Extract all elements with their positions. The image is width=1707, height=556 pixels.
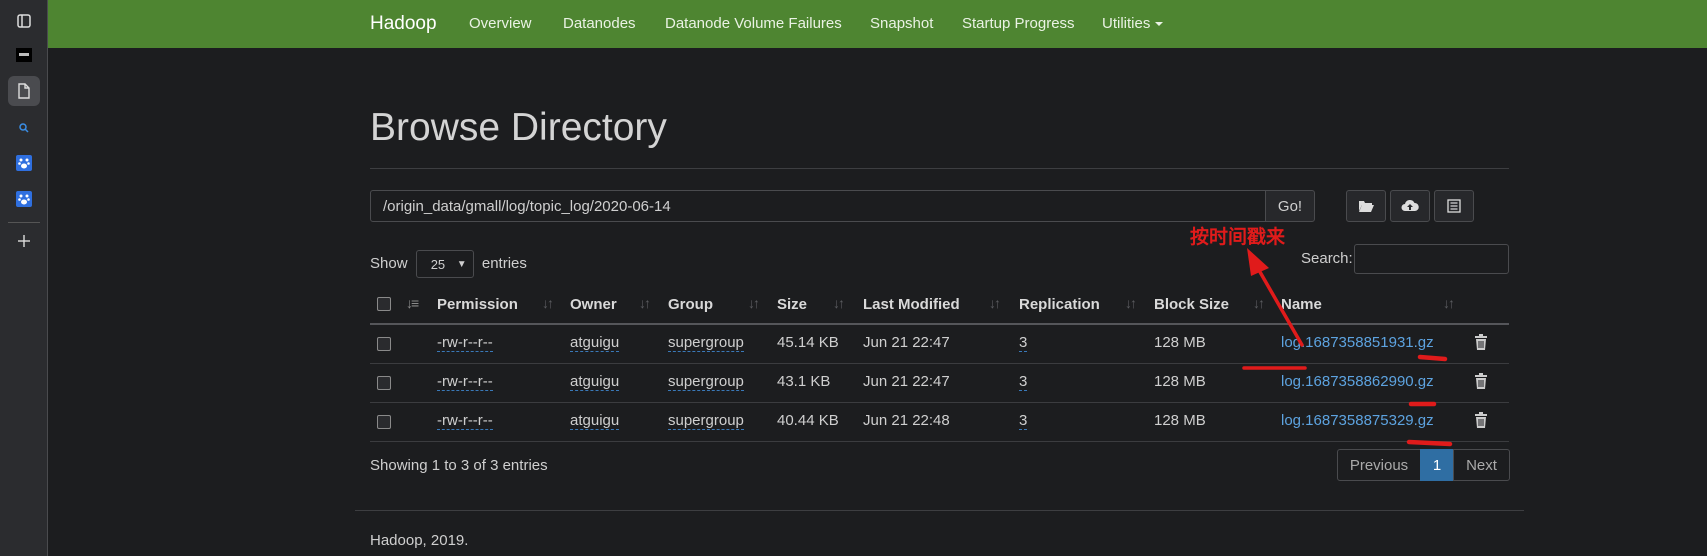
owner-cell[interactable]: atguigu: [570, 373, 620, 391]
sidebar-divider: [8, 222, 40, 223]
modified-cell: Jun 21 22:48: [863, 412, 950, 429]
entries-label: entries: [481, 254, 527, 272]
header-size[interactable]: Size: [777, 296, 807, 313]
file-name-link[interactable]: log.1687358875329.gz: [1281, 412, 1434, 429]
header-name[interactable]: Name: [1281, 296, 1322, 313]
chevron-down-icon: [1155, 22, 1164, 27]
sort-icon[interactable]: ↓↑: [833, 295, 845, 311]
row-checkbox[interactable]: [377, 415, 391, 429]
permission-cell[interactable]: -rw-r--r--: [437, 373, 493, 391]
table-info: Showing 1 to 3 of 3 entries: [370, 457, 548, 474]
annotation-arrow-head: [1247, 248, 1269, 276]
file-name-link[interactable]: log.1687358862990.gz: [1281, 373, 1434, 390]
nav-datanodes[interactable]: Datanodes: [563, 15, 636, 32]
size-cell: 40.44 KB: [777, 412, 839, 429]
sort-icon[interactable]: ↓↑: [542, 295, 554, 311]
header-owner[interactable]: Owner: [570, 296, 617, 313]
search-icon[interactable]: [8, 113, 40, 143]
size-cell: 45.14 KB: [777, 334, 839, 351]
path-input[interactable]: [370, 190, 1266, 222]
title-divider: [370, 168, 1509, 169]
baidu-paw-icon[interactable]: [8, 148, 40, 178]
annotation-mark: [1406, 439, 1453, 447]
replication-cell[interactable]: 3: [1019, 412, 1028, 430]
block-size-cell: 128 MB: [1154, 334, 1206, 351]
block-size-cell: 128 MB: [1154, 373, 1206, 390]
owner-cell[interactable]: atguigu: [570, 412, 620, 430]
nav-snapshot[interactable]: Snapshot: [870, 15, 933, 32]
permission-cell[interactable]: -rw-r--r--: [437, 334, 493, 352]
sort-icon[interactable]: ↓↑: [748, 295, 760, 311]
plus-icon[interactable]: [8, 226, 40, 256]
row-checkbox[interactable]: [377, 337, 391, 351]
nav-utilities[interactable]: Utilities: [1102, 15, 1164, 32]
folder-open-icon[interactable]: [1346, 190, 1386, 222]
annotation-mark: [1417, 354, 1448, 362]
list-alt-icon[interactable]: [1434, 190, 1474, 222]
header-last-modified[interactable]: Last Modified: [863, 296, 960, 313]
row-checkbox[interactable]: [377, 376, 391, 390]
sort-icon[interactable]: ↓↑: [1125, 295, 1137, 311]
nav-startup-progress[interactable]: Startup Progress: [962, 15, 1075, 32]
owner-cell[interactable]: atguigu: [570, 334, 620, 352]
nav-overview[interactable]: Overview: [469, 15, 532, 32]
tab-panel-icon[interactable]: [8, 6, 40, 36]
select-all-checkbox[interactable]: [377, 297, 391, 311]
top-navbar: Hadoop Overview Datanodes Datanode Volum…: [48, 0, 1707, 48]
group-cell[interactable]: supergroup: [668, 334, 744, 352]
replication-cell[interactable]: 3: [1019, 373, 1028, 391]
annotation-text: 按时间戳来: [1190, 226, 1286, 248]
sort-icon[interactable]: ↓≡: [406, 295, 419, 311]
show-label: Show: [370, 254, 408, 272]
sort-icon[interactable]: ↓↑: [1253, 295, 1265, 311]
group-cell[interactable]: supergroup: [668, 412, 744, 430]
footer-divider: [355, 510, 1524, 511]
app-thumbnail-icon[interactable]: [8, 40, 40, 70]
baidu-paw-icon[interactable]: [8, 184, 40, 214]
go-button[interactable]: Go!: [1265, 190, 1315, 222]
previous-button[interactable]: Previous: [1337, 449, 1421, 481]
sort-icon[interactable]: ↓↑: [1443, 295, 1455, 311]
next-button[interactable]: Next: [1453, 449, 1510, 481]
permission-cell[interactable]: -rw-r--r--: [437, 412, 493, 430]
document-icon[interactable]: [8, 76, 40, 106]
header-group[interactable]: Group: [668, 296, 713, 313]
modified-cell: Jun 21 22:47: [863, 334, 950, 351]
file-name-link[interactable]: log.1687358851931.gz: [1281, 334, 1434, 351]
row-divider: [370, 402, 1509, 403]
nav-volume-failures[interactable]: Datanode Volume Failures: [665, 15, 842, 32]
trash-icon[interactable]: [1474, 412, 1488, 428]
row-divider: [370, 441, 1509, 442]
brand-link[interactable]: Hadoop: [370, 13, 437, 35]
block-size-cell: 128 MB: [1154, 412, 1206, 429]
header-replication[interactable]: Replication: [1019, 296, 1100, 313]
replication-cell[interactable]: 3: [1019, 334, 1028, 352]
group-cell[interactable]: supergroup: [668, 373, 744, 391]
footer-copyright: Hadoop, 2019.: [370, 532, 469, 549]
entries-select[interactable]: 25 ▼: [415, 250, 474, 278]
header-divider: [370, 323, 1509, 325]
page-1-button[interactable]: 1: [1420, 449, 1454, 481]
browser-sidebar: [0, 0, 48, 556]
modified-cell: Jun 21 22:47: [863, 373, 950, 390]
row-divider: [370, 363, 1509, 364]
sort-icon[interactable]: ↓↑: [989, 295, 1001, 311]
page-title: Browse Directory: [370, 106, 667, 149]
entries-value: 25: [430, 257, 446, 272]
size-cell: 43.1 KB: [777, 373, 831, 390]
cloud-upload-icon[interactable]: [1390, 190, 1430, 222]
sort-icon[interactable]: ↓↑: [639, 295, 651, 311]
trash-icon[interactable]: [1474, 373, 1488, 389]
search-label: Search:: [1301, 250, 1353, 267]
nav-utilities-label: Utilities: [1102, 15, 1151, 32]
header-permission[interactable]: Permission: [437, 296, 518, 313]
length-control: Show 25 ▼ entries: [370, 250, 527, 278]
chevron-down-icon: ▼: [456, 259, 467, 270]
search-input[interactable]: [1354, 244, 1509, 274]
trash-icon[interactable]: [1474, 334, 1488, 350]
header-block-size[interactable]: Block Size: [1154, 296, 1229, 313]
